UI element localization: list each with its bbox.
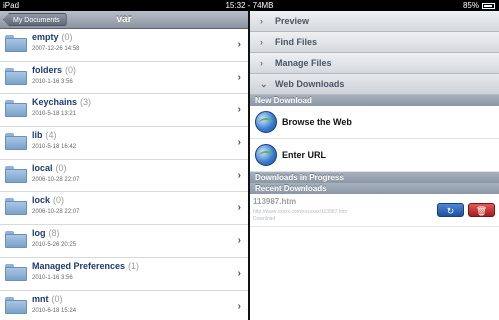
download-status: Download	[253, 216, 276, 222]
section-label: Web Downloads	[275, 79, 345, 89]
status-bar: iPad 15:32 - 74MB 85%	[0, 0, 499, 11]
folder-row[interactable]: folders (0) 2010-1-16 3:56 ›	[0, 61, 248, 95]
chevron-right-icon: ›	[237, 169, 241, 181]
download-url: http://www.xxxxx.com/xxxxxxx/113987.htm	[253, 209, 348, 215]
folder-count: (8)	[48, 228, 60, 239]
battery-percent: 85%	[462, 1, 479, 10]
chevron-right-icon: ›	[237, 235, 241, 247]
folder-row[interactable]: Managed Preferences (1) 2010-1-16 3:56 ›	[0, 257, 248, 291]
chevron-right-icon: ›	[237, 39, 241, 50]
delete-button[interactable]: 🗑	[468, 203, 495, 217]
file-browser-pane: My Documents var empty (0) 2007-12-26 14:…	[0, 11, 248, 320]
folder-row[interactable]: lib (4) 2010-5-18 16:42 ›	[0, 127, 248, 160]
chevron-right-icon: ›	[260, 58, 263, 68]
refresh-button[interactable]: ↻	[437, 203, 464, 217]
enter-url-label: Enter URL	[282, 150, 327, 160]
folder-name: empty	[32, 32, 59, 42]
refresh-icon: ↻	[446, 206, 455, 216]
folder-list: empty (0) 2007-12-26 14:58 › folders (0) 2…	[0, 29, 248, 320]
folder-count: (0)	[61, 32, 73, 42]
battery-indicator: 85%	[463, 0, 495, 11]
battery-icon	[482, 2, 495, 9]
folder-icon	[5, 67, 27, 85]
folder-icon	[5, 35, 27, 52]
folder-icon	[5, 133, 27, 151]
section-label: Preview	[275, 16, 310, 26]
browse-web-button[interactable]: Browse the Web	[250, 106, 499, 139]
section-preview[interactable]: › Preview	[250, 11, 499, 32]
chevron-right-icon: ›	[260, 16, 263, 26]
folder-icon	[5, 165, 27, 183]
chevron-right-icon: ›	[237, 104, 241, 116]
folder-date: 2010-6-18 15:24	[32, 307, 77, 314]
browse-web-label: Browse the Web	[282, 117, 352, 127]
status-time: 15:32 - 74MB	[225, 1, 274, 10]
folder-date: 2010-5-26 20:25	[32, 242, 77, 249]
chevron-right-icon: ›	[237, 267, 241, 279]
folder-icon	[5, 231, 27, 249]
folder-date: 2010-5-18 16:42	[32, 144, 77, 151]
chevron-down-icon: ⌄	[260, 79, 268, 89]
folder-name: Managed Preferences	[32, 260, 126, 271]
chevron-right-icon: ›	[237, 71, 241, 83]
folder-date: 2006-10-28 22:07	[32, 176, 80, 183]
folder-icon	[5, 296, 27, 314]
chevron-right-icon: ›	[237, 300, 241, 312]
folder-count: (1)	[128, 260, 140, 271]
folder-row[interactable]: empty (0) 2007-12-26 14:58 ›	[0, 29, 248, 62]
section-find-files[interactable]: › Find Files	[250, 32, 499, 53]
enter-url-button[interactable]: Enter URL	[250, 139, 499, 172]
folder-date: 2006-10-28 22:07	[32, 209, 80, 216]
folder-row[interactable]: Keychains (3) 2010-5-18 13:21 ›	[0, 94, 248, 128]
folder-count: (4)	[45, 130, 57, 141]
folder-date: 2010-1-16 3:56	[32, 78, 73, 85]
section-manage-files[interactable]: › Manage Files	[250, 53, 499, 74]
page-title: var	[116, 14, 132, 25]
tools-pane: › Preview › Find Files › Manage Files ⌄ …	[250, 11, 499, 320]
folder-row[interactable]: log (8) 2010-5-26 20:25 ›	[0, 225, 248, 258]
section-web-downloads[interactable]: ⌄ Web Downloads	[250, 74, 499, 95]
section-label: Find Files	[275, 37, 318, 47]
folder-name: local	[32, 162, 53, 173]
new-download-header: New Download	[250, 95, 499, 106]
chevron-right-icon: ›	[237, 137, 241, 149]
folder-count: (0)	[65, 64, 77, 75]
folder-date: 2010-1-16 3:56	[32, 274, 73, 281]
globe-icon	[255, 111, 277, 133]
folder-count: (0)	[51, 293, 63, 304]
recent-downloads-header: Recent Downloads	[250, 183, 499, 194]
folder-row[interactable]: lock (0) 2006-10-28 22:07 ›	[0, 192, 248, 226]
download-filename: 113987.htm	[253, 197, 297, 206]
chevron-right-icon: ›	[260, 37, 263, 47]
globe-icon	[255, 144, 277, 166]
folder-name: folders	[32, 64, 63, 75]
folder-name: Keychains	[32, 97, 78, 108]
folder-date: 2010-5-18 13:21	[32, 111, 77, 118]
nav-bar: My Documents var	[0, 11, 248, 29]
folder-count: (0)	[53, 195, 65, 206]
folder-row[interactable]: local (0) 2006-10-28 22:07 ›	[0, 159, 248, 193]
folder-name: lock	[32, 195, 51, 206]
folder-count: (3)	[80, 97, 92, 108]
folder-icon	[5, 198, 27, 216]
folder-date: 2007-12-26 14:58	[32, 46, 80, 52]
folder-name: mnt	[32, 293, 49, 304]
folder-count: (0)	[55, 162, 67, 173]
trash-icon: 🗑	[475, 206, 488, 216]
section-label: Manage Files	[275, 58, 332, 68]
downloads-in-progress-header: Downloads in Progress	[250, 172, 499, 183]
chevron-right-icon: ›	[237, 202, 241, 214]
folder-row[interactable]: mnt (0) 2010-6-18 15:24 ›	[0, 290, 248, 320]
folder-icon	[5, 263, 27, 281]
folder-icon	[5, 100, 27, 118]
folder-name: log	[32, 228, 46, 239]
folder-name: lib	[32, 130, 43, 141]
recent-download-item[interactable]: 113987.htm http://www.xxxxx.com/xxxxxxx/…	[250, 194, 499, 227]
